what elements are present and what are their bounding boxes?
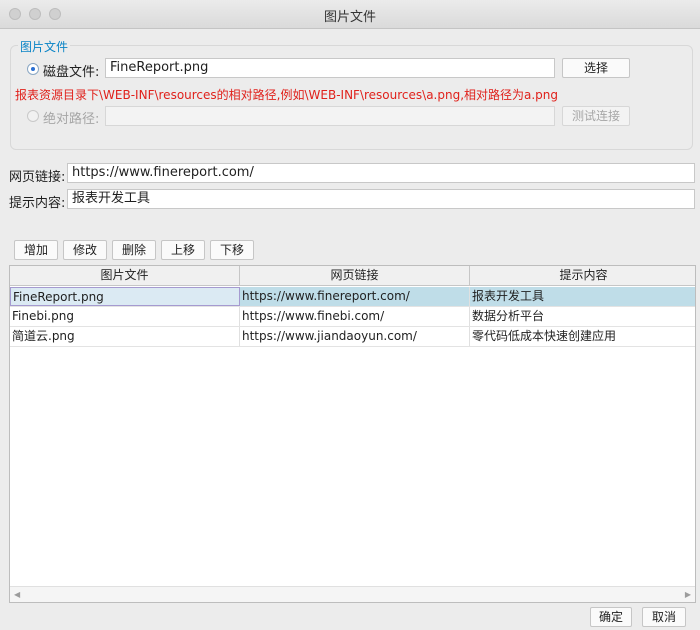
delete-button[interactable]: 删除 (112, 240, 156, 260)
link-input[interactable]: https://www.finereport.com/ (67, 163, 695, 183)
column-header-link[interactable]: 网页链接 (240, 266, 470, 285)
table-row[interactable]: Finebi.png https://www.finebi.com/ 数据分析平… (10, 307, 695, 327)
edit-button[interactable]: 修改 (63, 240, 107, 260)
disk-file-radio[interactable] (27, 63, 39, 75)
table-cell[interactable]: 数据分析平台 (470, 307, 695, 326)
column-header-image[interactable]: 图片文件 (10, 266, 240, 285)
add-button[interactable]: 增加 (14, 240, 58, 260)
image-table[interactable]: 图片文件 网页链接 提示内容 FineReport.png https://ww… (9, 265, 696, 603)
table-cell[interactable]: 零代码低成本快速创建应用 (470, 327, 695, 346)
table-cell[interactable]: 简道云.png (10, 327, 240, 346)
table-cell[interactable]: FineReport.png (10, 287, 240, 306)
table-header: 图片文件 网页链接 提示内容 (10, 266, 695, 286)
ok-button[interactable]: 确定 (590, 607, 632, 627)
table-row[interactable]: 简道云.png https://www.jiandaoyun.com/ 零代码低… (10, 327, 695, 347)
table-row[interactable]: FineReport.png https://www.finereport.co… (10, 287, 695, 307)
tip-label: 提示内容: (9, 196, 66, 211)
table-cell[interactable]: Finebi.png (10, 307, 240, 326)
absolute-path-radio[interactable] (27, 110, 39, 122)
test-connection-button[interactable]: 测试连接 (562, 106, 630, 126)
table-cell[interactable]: https://www.finereport.com/ (240, 287, 470, 306)
link-label: 网页链接: (9, 170, 66, 185)
window-title: 图片文件 (323, 10, 376, 25)
table-cell[interactable]: 报表开发工具 (470, 287, 695, 306)
horizontal-scrollbar[interactable]: ◀ ▶ (10, 586, 695, 602)
table-cell[interactable]: https://www.finebi.com/ (240, 307, 470, 326)
tip-input[interactable]: 报表开发工具 (67, 189, 695, 209)
group-legend: 图片文件 (18, 38, 71, 55)
table-cell[interactable]: https://www.jiandaoyun.com/ (240, 327, 470, 346)
scroll-right-icon[interactable]: ▶ (685, 590, 691, 599)
absolute-path-label: 绝对路径: (43, 112, 100, 127)
move-down-button[interactable]: 下移 (210, 240, 254, 260)
absolute-path-input[interactable] (105, 106, 555, 126)
scroll-left-icon[interactable]: ◀ (14, 590, 20, 599)
disk-file-input[interactable]: FineReport.png (105, 58, 555, 78)
move-up-button[interactable]: 上移 (161, 240, 205, 260)
cancel-button[interactable]: 取消 (642, 607, 686, 627)
title-bar: 图片文件 (0, 0, 700, 29)
column-header-tip[interactable]: 提示内容 (470, 266, 695, 285)
disk-file-label: 磁盘文件: (43, 65, 100, 80)
path-hint-text: 报表资源目录下\WEB-INF\resources的相对路径,例如\WEB-IN… (15, 88, 559, 102)
choose-button[interactable]: 选择 (562, 58, 630, 78)
